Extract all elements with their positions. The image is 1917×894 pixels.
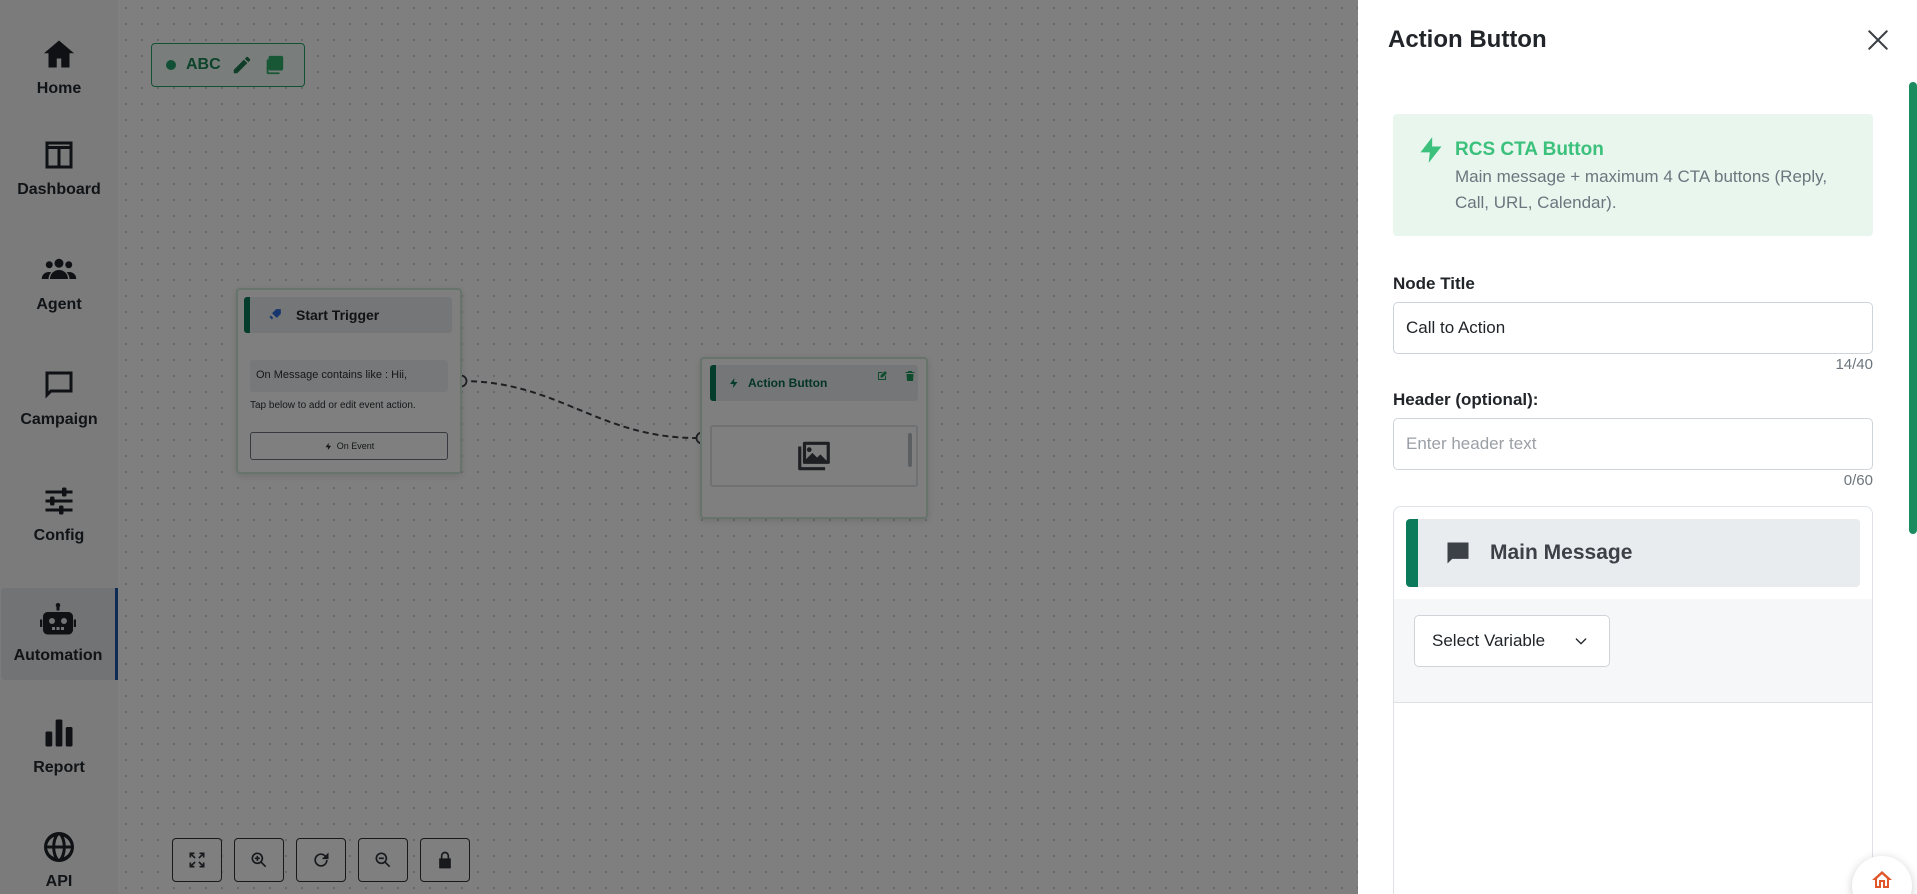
main-message-header: Main Message	[1406, 519, 1860, 587]
header-input[interactable]	[1393, 418, 1873, 470]
header-counter: 0/60	[1843, 472, 1873, 489]
action-button-panel: Action Button RCS CTA Button Main messag…	[1358, 0, 1917, 894]
main-message-card: Main Message Select Variable	[1393, 506, 1873, 894]
close-icon[interactable]	[1863, 25, 1893, 55]
header-label: Header (optional):	[1393, 390, 1539, 409]
info-description: Main message + maximum 4 CTA buttons (Re…	[1455, 167, 1828, 212]
home-outline-icon	[1872, 871, 1892, 888]
node-title-counter: 14/40	[1835, 356, 1873, 373]
select-variable-dropdown[interactable]: Select Variable	[1414, 615, 1610, 667]
main-message-title: Main Message	[1490, 541, 1633, 564]
modal-backdrop[interactable]	[0, 0, 1358, 894]
bolt-icon	[1420, 137, 1442, 163]
chevron-down-icon	[1575, 638, 1587, 645]
info-title: RCS CTA Button	[1455, 139, 1604, 160]
node-title-label: Node Title	[1393, 274, 1475, 293]
node-title-input[interactable]	[1393, 302, 1873, 354]
chat-icon	[1447, 542, 1469, 564]
panel-title: Action Button	[1388, 26, 1547, 53]
select-variable-label: Select Variable	[1432, 631, 1546, 650]
panel-scrollbar[interactable]	[1909, 82, 1917, 534]
